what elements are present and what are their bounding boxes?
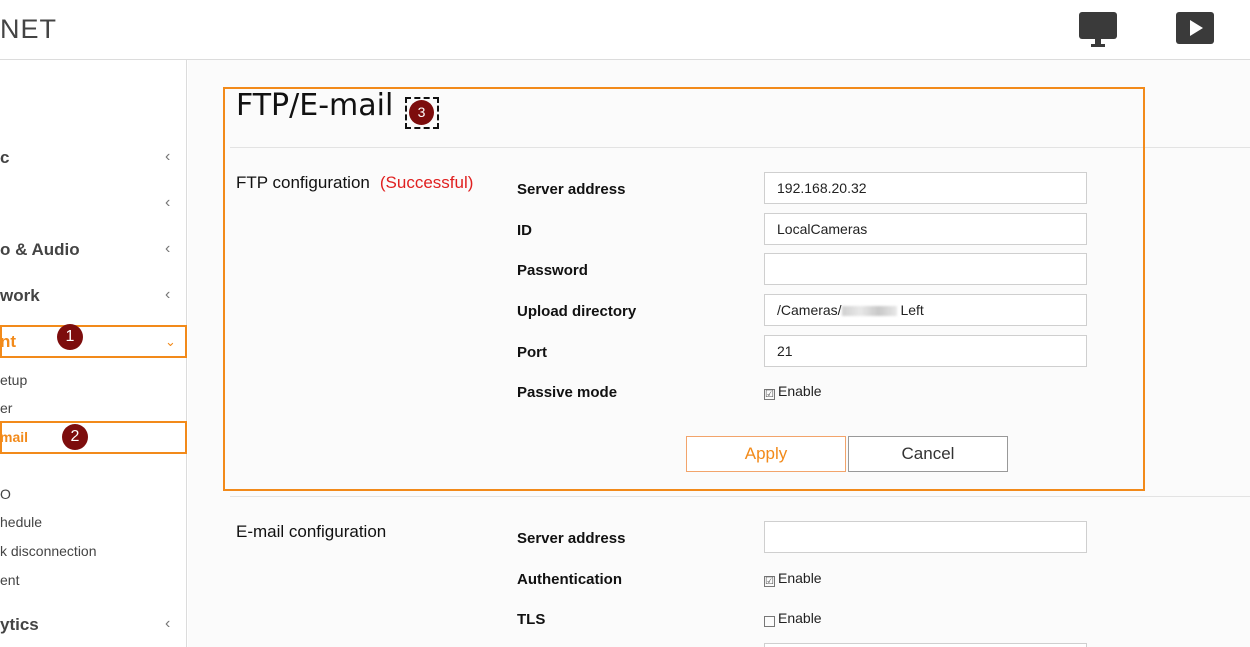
chevron-left-icon: ‹ [165, 240, 171, 257]
monitor-icon[interactable] [1078, 12, 1118, 47]
chevron-left-icon: ‹ [165, 194, 171, 211]
chevron-left-icon: ‹ [165, 615, 171, 632]
email-section-label: E-mail configuration [236, 522, 387, 541]
section-divider [230, 496, 1250, 497]
sidebar-item-network[interactable]: work ‹ [0, 286, 187, 306]
email-server-address-label: Server address [517, 530, 626, 547]
sidebar-subitem[interactable]: etup [0, 372, 27, 388]
sidebar-subitem[interactable]: hedule [0, 514, 42, 530]
sidebar-item-video-audio[interactable]: o & Audio ‹ [0, 240, 187, 260]
sidebar-item-basic[interactable]: c ‹ [0, 148, 187, 168]
checkbox-label: Enable [778, 610, 822, 626]
email-next-input[interactable] [764, 643, 1087, 647]
highlight-box-event [0, 325, 187, 358]
highlight-box-ftp-section [223, 87, 1145, 491]
chevron-left-icon: ‹ [165, 148, 171, 165]
checkbox-label: Enable [778, 570, 822, 586]
sidebar-item-label: ytics [0, 615, 39, 634]
sidebar-subitem[interactable]: O [0, 486, 11, 502]
email-tls-label: TLS [517, 611, 546, 628]
app-header: NET [0, 0, 1250, 60]
sidebar-item-label: o & Audio [0, 240, 80, 259]
play-icon[interactable] [1175, 12, 1215, 46]
annotation-badge-2: 2 [62, 424, 88, 450]
email-tls-checkbox[interactable]: ☐Enable [764, 610, 822, 627]
checkbox-unchecked-icon: ☐ [764, 616, 775, 627]
email-authentication-label: Authentication [517, 571, 622, 588]
sidebar-item-analytics[interactable]: ytics ‹ [0, 615, 187, 635]
sidebar-subitem[interactable]: k disconnection [0, 543, 97, 559]
checkbox-checked-icon: ☑ [764, 576, 775, 587]
sidebar-subitem[interactable]: er [0, 400, 12, 416]
annotation-badge-1: 1 [57, 324, 83, 350]
chevron-left-icon: ‹ [165, 286, 171, 303]
sidebar-subitem[interactable]: ent [0, 572, 19, 588]
highlight-box-ftp-email [0, 421, 187, 454]
email-server-address-input[interactable] [764, 521, 1087, 553]
sidebar-item-label: work [0, 286, 40, 305]
email-authentication-checkbox[interactable]: ☑ Enable [764, 570, 822, 587]
sidebar-item-label: c [0, 148, 10, 167]
brand-logo: NET [0, 14, 57, 44]
